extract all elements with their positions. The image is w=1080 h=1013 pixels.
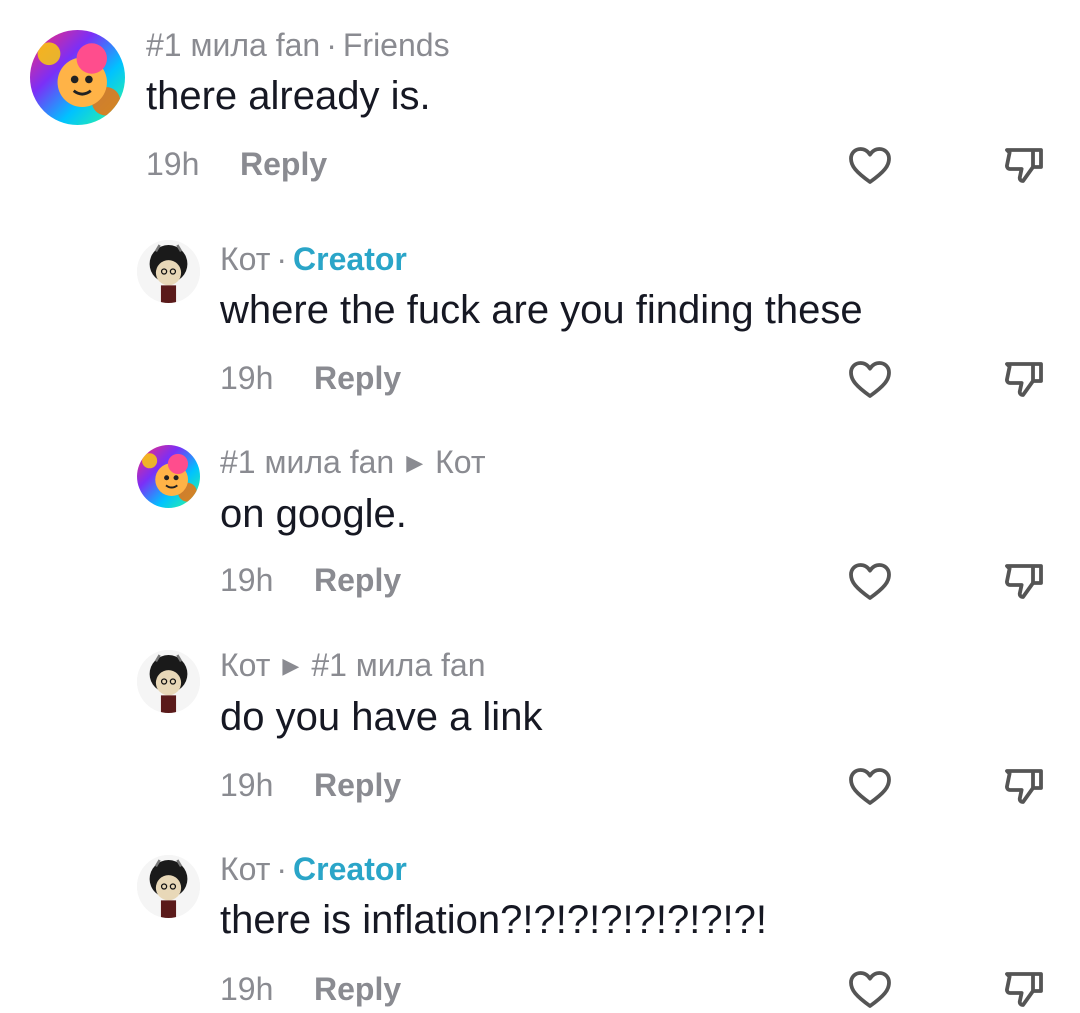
comment-text: there already is. [146,74,431,118]
username[interactable]: Кот [220,851,270,887]
reply-to-username[interactable]: #1 мила fan [311,647,485,683]
comment-meta: 19h Reply [220,358,401,398]
timestamp: 19h [220,971,274,1007]
username[interactable]: #1 мила fan [220,444,394,480]
heart-icon[interactable] [846,355,894,403]
comment-text: on google. [220,492,407,536]
creator-tag: Creator [293,851,407,887]
comment-text: do you have a link [220,695,543,739]
curly-hair-drawing-avatar-icon [137,650,200,713]
heart-icon[interactable] [846,141,894,189]
comment-item: #1 мила fan · Friends there already is. 19… [0,0,1080,210]
avatar[interactable] [137,445,200,508]
reply-button[interactable]: Reply [314,971,401,1007]
friends-tag: Friends [342,27,450,63]
comment-text: there is inflation?!?!?!?!?!?!?!?! [220,898,768,942]
reply-button[interactable]: Reply [314,767,401,803]
reply-button[interactable]: Reply [314,562,401,598]
comment-item: Кот · Creator there is inflation?!?!?!?!?!… [0,820,1080,1013]
avatar[interactable] [137,855,200,918]
timestamp: 19h [146,146,200,182]
comment-header: #1 мила fan ▶ Кот [220,442,486,483]
separator: · [276,851,288,887]
reply-button[interactable]: Reply [314,360,401,396]
avatar[interactable] [137,650,200,713]
timestamp: 19h [220,360,274,396]
separator: · [276,241,288,277]
comment-item: #1 мила fan ▶ Кот on google. 19h Reply [0,410,1080,615]
comment-text: where the fuck are you finding these [220,288,863,332]
timestamp: 19h [220,562,274,598]
comment-header: Кот · Creator [220,239,407,279]
username[interactable]: Кот [220,647,270,683]
comment-meta: 19h Reply [220,560,401,600]
username[interactable]: Кот [220,241,270,277]
comment-meta: 19h Reply [220,765,401,805]
timestamp: 19h [220,767,274,803]
thumbs-down-icon[interactable] [1000,355,1048,403]
creator-tag: Creator [293,241,407,277]
heart-icon[interactable] [846,762,894,810]
thumbs-down-icon[interactable] [1000,762,1048,810]
comment-item: Кот ▶ #1 мила fan do you have a link 19h Re… [0,615,1080,820]
comment-header: Кот · Creator [220,849,407,889]
reply-to-username[interactable]: Кот [435,444,485,480]
thumbs-down-icon[interactable] [1000,557,1048,605]
heart-icon[interactable] [846,965,894,1013]
comment-meta: 19h Reply [146,144,327,184]
thumbs-down-icon[interactable] [1000,141,1048,189]
comment-item: Кот · Creator where the fuck are you findi… [0,210,1080,410]
avatar[interactable] [30,30,125,125]
heart-icon[interactable] [846,557,894,605]
triangle-right-icon: ▶ [282,653,300,678]
avatar[interactable] [137,240,200,303]
curly-hair-drawing-avatar-icon [137,240,200,303]
colorful-cartoon-avatar-icon [137,445,200,508]
reply-button[interactable]: Reply [240,146,327,182]
comment-header: #1 мила fan · Friends [146,25,450,65]
triangle-right-icon: ▶ [406,450,424,475]
curly-hair-drawing-avatar-icon [137,855,200,918]
comment-meta: 19h Reply [220,969,401,1009]
thumbs-down-icon[interactable] [1000,965,1048,1013]
username[interactable]: #1 мила fan [146,27,320,63]
comment-header: Кот ▶ #1 мила fan [220,645,486,686]
colorful-cartoon-avatar-icon [30,30,125,125]
separator: · [326,27,337,63]
